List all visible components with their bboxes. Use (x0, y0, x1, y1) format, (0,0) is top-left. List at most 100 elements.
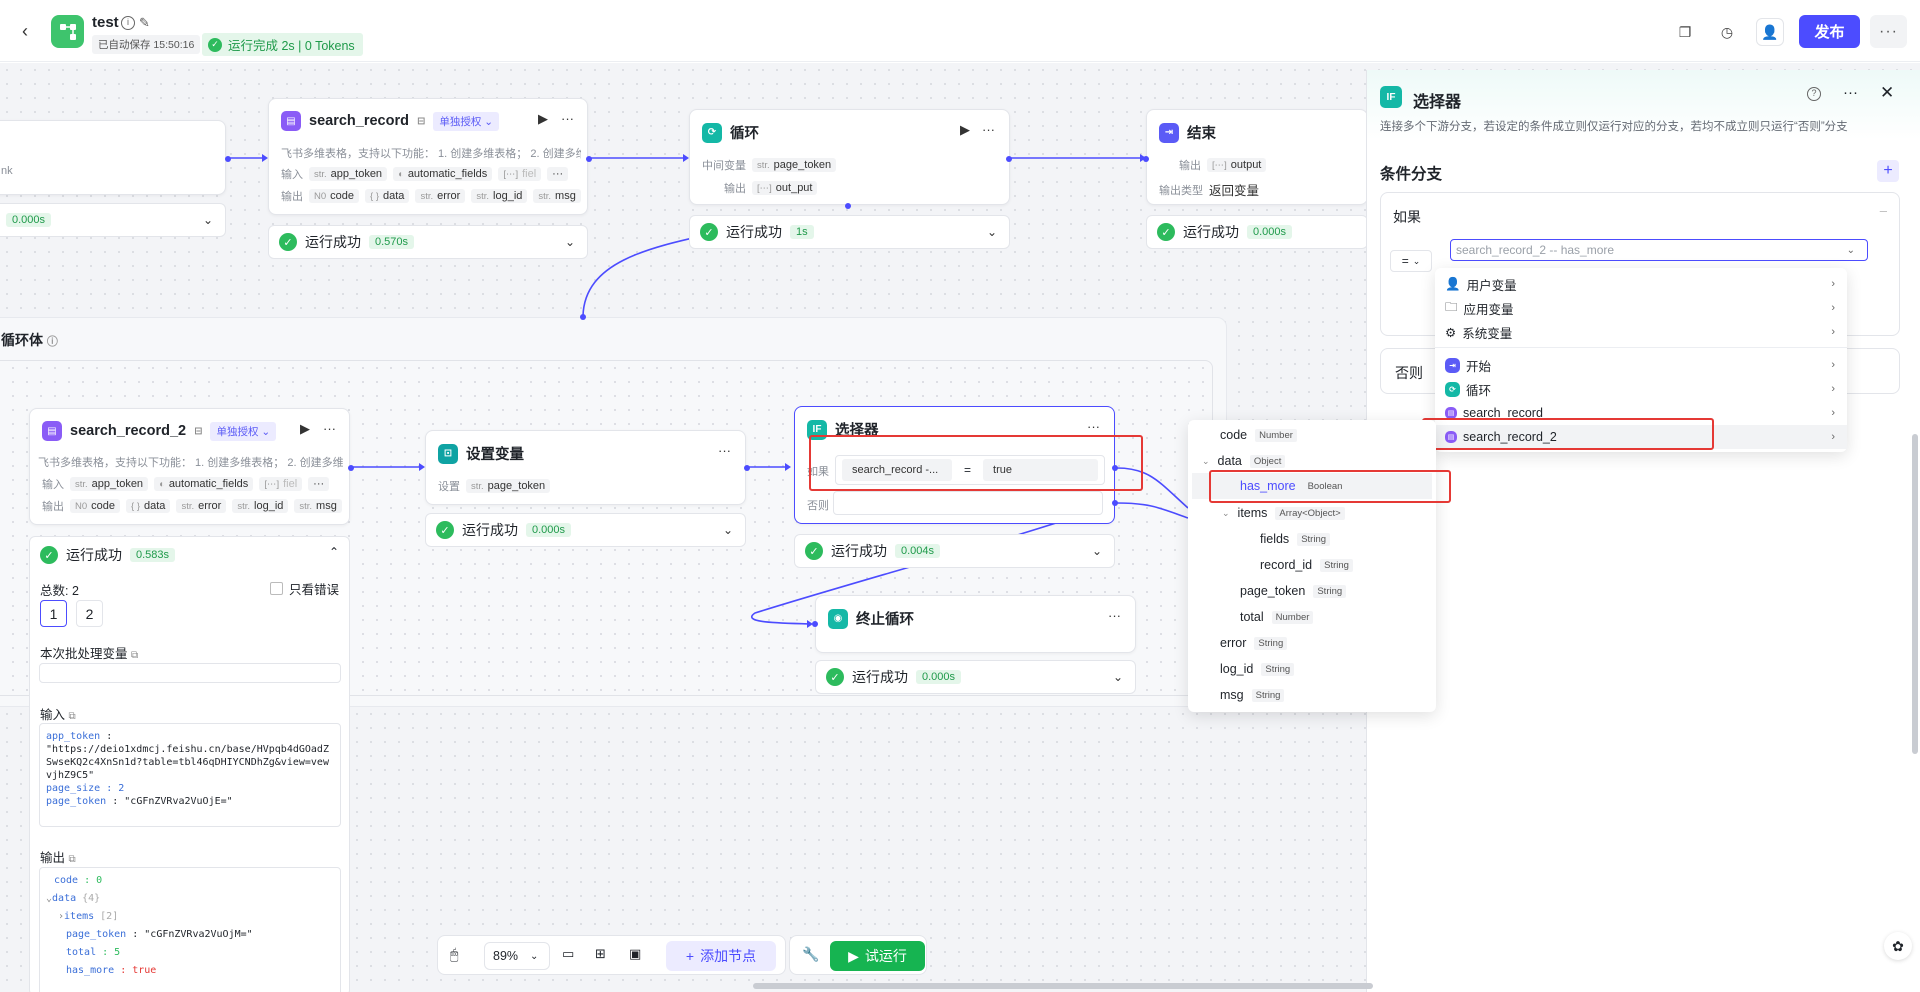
field-total[interactable]: total Number (1240, 610, 1314, 624)
auth-icon: ⊟ (416, 115, 426, 127)
port[interactable] (580, 314, 586, 320)
field-data[interactable]: ⌄ data Object (1202, 454, 1286, 468)
chevron-down-icon[interactable]: ⌄ (203, 213, 213, 227)
operator-select[interactable]: = ⌄ (1390, 250, 1432, 272)
panel-more-icon[interactable]: ··· (1843, 84, 1858, 101)
copy-icon[interactable]: ❐ (1671, 18, 1699, 46)
auth-tag[interactable]: 单独授权 ⌄ (210, 421, 277, 441)
info-icon[interactable]: i (121, 16, 135, 30)
run-node-icon[interactable]: ▶ (300, 421, 310, 437)
field-fields[interactable]: fields String (1260, 532, 1331, 546)
trial-run-button[interactable]: ▶ 试运行 (830, 941, 925, 971)
field-page-token[interactable]: page_token String (1240, 584, 1347, 598)
chevron-down-icon[interactable]: ⌄ (565, 235, 575, 249)
node-more-icon[interactable]: ··· (718, 443, 731, 458)
auth-tag[interactable]: 单独授权 ⌄ (433, 111, 500, 131)
variable-select-input[interactable]: search_record_2 -- has_more ⌄ (1450, 239, 1868, 261)
chevron-down-icon[interactable]: ⌄ (1847, 245, 1855, 256)
node-loop[interactable]: ⟳ 循环 ▶ ··· 中间变量 str. page_token 输出 [⋯] out… (689, 109, 1010, 205)
vertical-scrollbar[interactable] (1912, 434, 1918, 754)
node-break-loop-status[interactable]: ✓ 运行成功 0.000s ⌄ (815, 660, 1136, 694)
node-end[interactable]: ⇥ 结束 输出 [⋯] output 输出类型 返回变量 (1146, 109, 1368, 205)
copy-icon[interactable]: ⧉ (131, 650, 138, 661)
horizontal-scrollbar[interactable] (753, 983, 1373, 989)
highlight-box (809, 435, 1143, 491)
chevron-down-icon[interactable]: ⌄ (1113, 670, 1123, 684)
minimap-icon[interactable]: ▣ (629, 946, 641, 962)
field-record-id[interactable]: record_id String (1260, 558, 1353, 572)
node-search-record[interactable]: ▤ search_record ⊟ 单独授权 ⌄ ▶ ··· 飞书多维表格，支持… (268, 98, 588, 215)
layout-icon[interactable]: ⊞ (595, 946, 606, 962)
port[interactable] (1112, 465, 1118, 471)
dropdown-item-user-vars[interactable]: 👤 用户变量 › (1435, 272, 1847, 296)
port[interactable] (1112, 500, 1118, 506)
chevron-down-icon[interactable]: ⌄ (723, 523, 733, 537)
run-toolbar: 🔧 ▶ 试运行 (789, 935, 927, 975)
node-more-icon[interactable]: ··· (1108, 608, 1121, 623)
dropdown-item-start[interactable]: ⇥ 开始 › (1435, 353, 1847, 377)
port[interactable] (744, 465, 750, 471)
field-msg[interactable]: msg String (1220, 688, 1285, 702)
port[interactable] (1143, 156, 1149, 162)
node-set-variable-status[interactable]: ✓ 运行成功 0.000s ⌄ (425, 513, 746, 547)
node-selector-status[interactable]: ✓ 运行成功 0.004s ⌄ (794, 534, 1115, 568)
bitable-icon: ▤ (42, 421, 62, 441)
only-errors-checkbox[interactable]: 只看错误 (270, 579, 339, 598)
field-items[interactable]: ⌄ items Array<Object> (1222, 506, 1345, 520)
start-node-status[interactable]: 0.000s ⌄ (0, 203, 226, 237)
page-2-button[interactable]: 2 (76, 600, 103, 627)
assistant-icon[interactable]: ✿ (1884, 932, 1912, 960)
history-icon[interactable]: ◷ (1713, 18, 1741, 46)
wrench-icon[interactable]: 🔧 (802, 946, 819, 963)
run-node-icon[interactable]: ▶ (538, 111, 548, 127)
chevron-down-icon[interactable]: ⌄ (987, 225, 997, 239)
node-more-icon[interactable]: ··· (1087, 419, 1100, 434)
port[interactable] (1006, 156, 1012, 162)
node-set-variable[interactable]: ⊡ 设置变量 ··· 设置 str. page_token (425, 430, 746, 505)
add-node-button[interactable]: + 添加节点 (666, 941, 776, 971)
run-node-icon[interactable]: ▶ (960, 122, 970, 138)
remove-icon[interactable]: – (1880, 203, 1887, 218)
chevron-down-icon[interactable]: ⌄ (1092, 544, 1102, 558)
back-icon[interactable]: ‹ (22, 22, 40, 40)
collaborators-icon[interactable]: 👤 (1756, 18, 1784, 46)
page-1-button[interactable]: 1 (40, 600, 67, 627)
node-search-record-status[interactable]: ✓ 运行成功 0.570s ⌄ (268, 225, 588, 259)
publish-button[interactable]: 发布 (1799, 15, 1860, 48)
copy-icon[interactable]: ⧉ (69, 854, 76, 865)
node-break-loop[interactable]: ◉ 终止循环 ··· (815, 595, 1136, 653)
port[interactable] (586, 156, 592, 162)
add-branch-button[interactable]: + (1877, 160, 1899, 182)
batch-var-box (39, 663, 341, 683)
node-more-icon[interactable]: ··· (561, 111, 574, 126)
field-log-id[interactable]: log_id String (1220, 662, 1295, 676)
success-check-icon: ✓ (279, 233, 297, 251)
checkbox-icon[interactable] (270, 582, 283, 595)
port[interactable] (812, 621, 818, 627)
dropdown-item-loop[interactable]: ⟳ 循环 › (1435, 377, 1847, 401)
field-code[interactable]: code Number (1220, 428, 1297, 442)
port[interactable] (348, 465, 354, 471)
output-json-box: code : 0 ⌄data {4} ›items [2] page_token… (39, 867, 341, 992)
node-more-icon[interactable]: ··· (323, 421, 336, 436)
comment-icon[interactable]: ▭ (562, 946, 574, 962)
node-search-record-2[interactable]: ▤ search_record_2 ⊟ 单独授权 ⌄ ▶ ··· 飞书多维表格，… (29, 408, 350, 525)
chevron-up-icon[interactable]: ⌃ (329, 545, 339, 559)
close-icon[interactable]: ✕ (1880, 83, 1894, 103)
node-end-status[interactable]: ✓ 运行成功 0.000s (1146, 215, 1368, 249)
start-node-partial[interactable]: nk (0, 120, 226, 195)
status-time: 1s (790, 225, 814, 239)
more-menu-button[interactable]: ··· (1870, 15, 1907, 48)
help-icon[interactable]: ? (1807, 87, 1821, 101)
port[interactable] (845, 203, 851, 209)
dropdown-item-system-vars[interactable]: ⚙ 系统变量 › (1435, 320, 1847, 344)
node-more-icon[interactable]: ··· (982, 122, 995, 137)
zoom-select[interactable]: 89% ⌄ (484, 942, 550, 970)
dropdown-item-app-vars[interactable]: 🗀 应用变量 › (1435, 296, 1847, 320)
field-error[interactable]: error String (1220, 636, 1288, 650)
copy-icon[interactable]: ⧉ (69, 711, 76, 722)
edit-icon[interactable]: ✎ (139, 15, 150, 31)
port[interactable] (225, 156, 231, 162)
pointer-mode-icon[interactable]: 🖱 (450, 946, 458, 963)
node-loop-status[interactable]: ✓ 运行成功 1s ⌄ (689, 215, 1010, 249)
